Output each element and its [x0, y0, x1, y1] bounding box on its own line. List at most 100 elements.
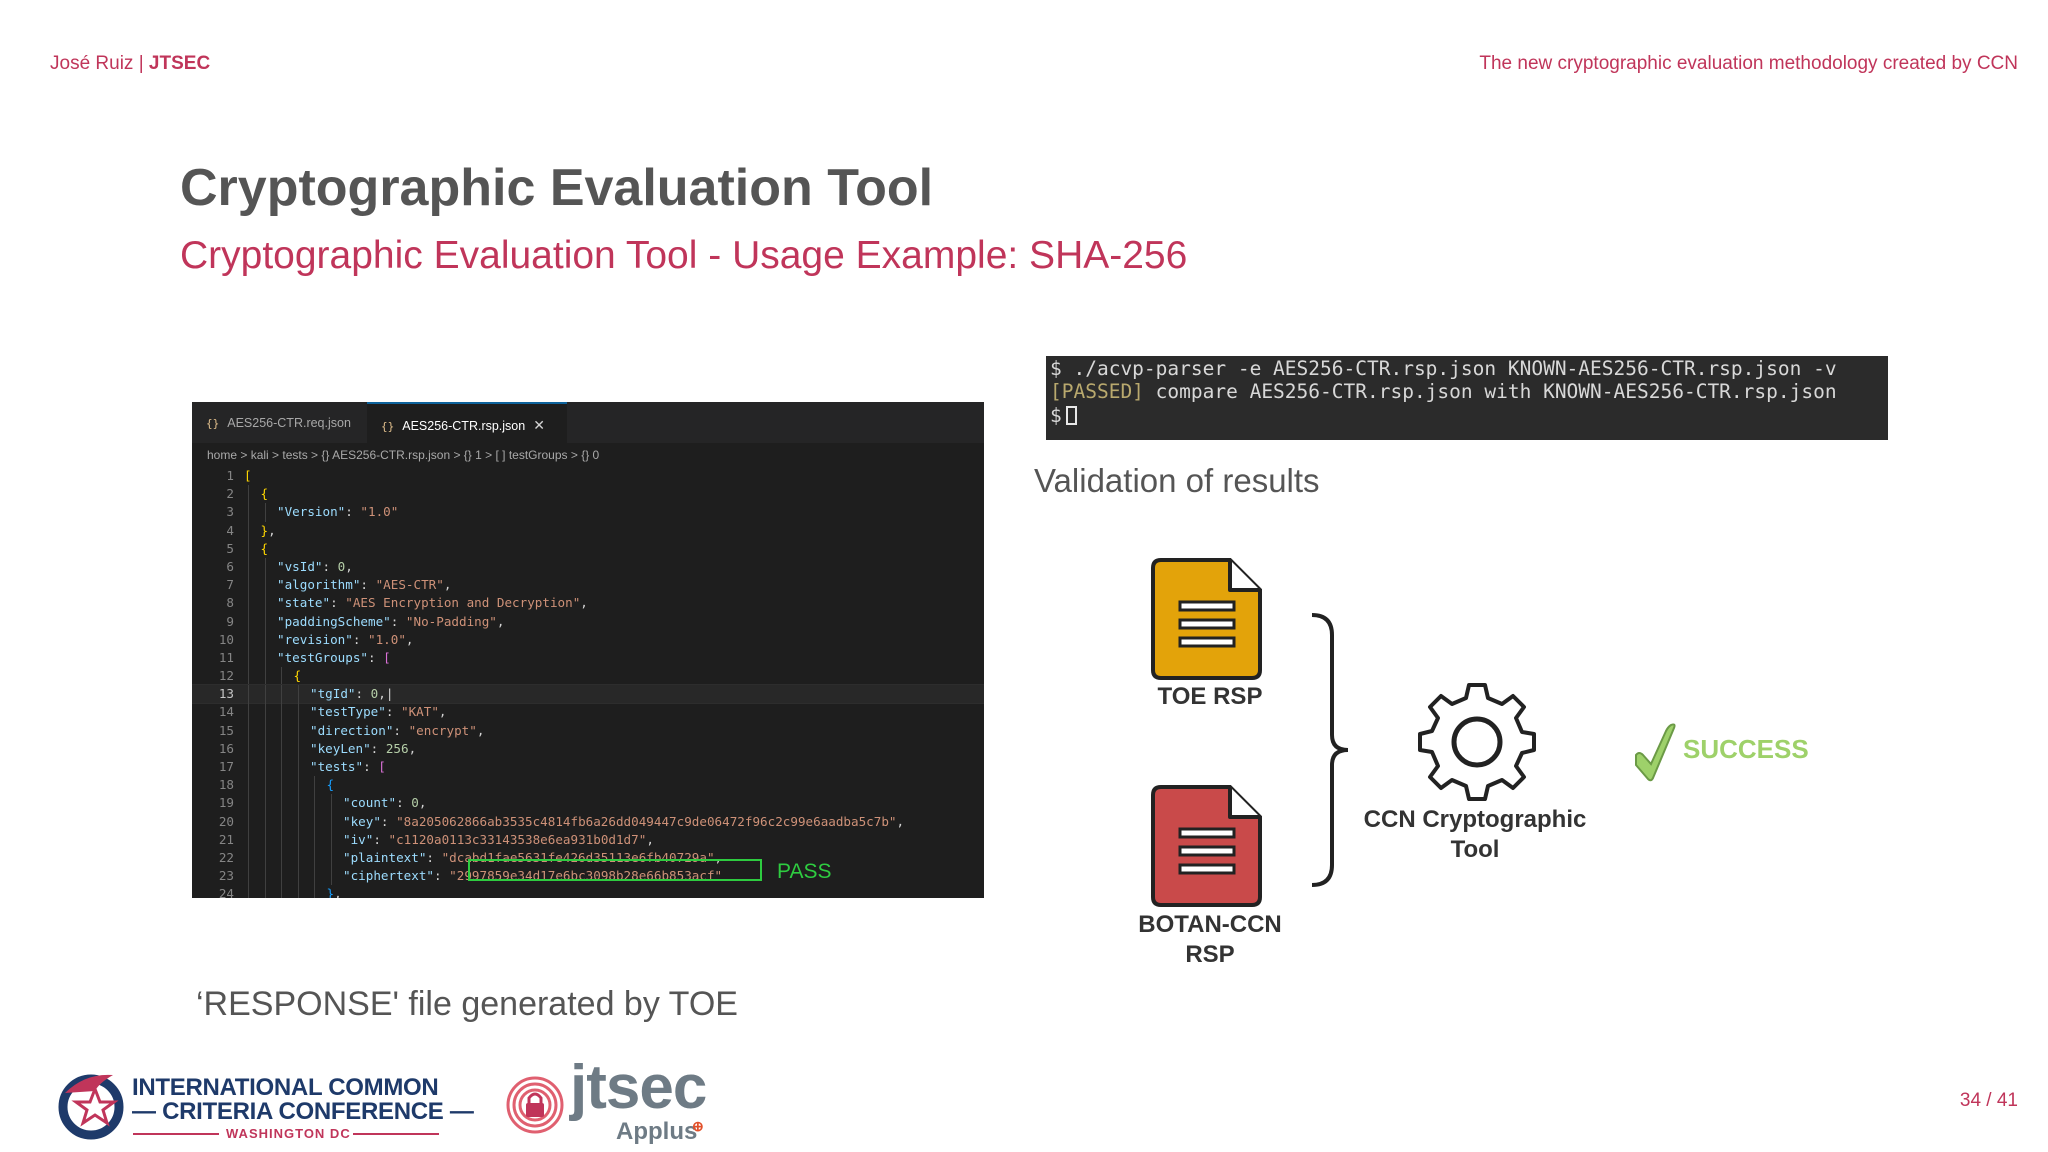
- toe-document-icon: [1151, 558, 1262, 680]
- indent-guide: [314, 812, 315, 831]
- line-number: 7: [226, 577, 234, 593]
- code-line[interactable]: 8 "state": "AES Encryption and Decryption…: [192, 594, 984, 613]
- line-number: 22: [218, 849, 234, 865]
- tab-response-file[interactable]: {} AES256-CTR.rsp.json ✕: [367, 402, 567, 443]
- jtsec-logo-text: jtsec: [570, 1053, 707, 1122]
- code-line[interactable]: 17 "tests": [: [192, 758, 984, 777]
- indent-guide: [281, 739, 282, 758]
- indent-guide: [264, 794, 266, 813]
- indent-guide: [297, 685, 299, 704]
- tool-label-line2: Tool: [1450, 836, 1500, 863]
- code-text: [: [244, 468, 252, 483]
- indent-guide: [314, 867, 315, 886]
- code-line[interactable]: 21 "iv": "c1120a0113c33143538e6ea931b0d1d…: [192, 830, 984, 849]
- code-line[interactable]: 20 "key": "8a205062866ab3535c4814fb6a26dd…: [192, 812, 984, 831]
- indent-guide: [297, 885, 299, 898]
- code-text: "testGroups": [: [277, 649, 391, 665]
- iccc-location: WASHINGTON DC: [226, 1126, 351, 1141]
- indent-guide: [281, 794, 282, 813]
- code-line[interactable]: 5{: [192, 539, 984, 558]
- code-line[interactable]: 14 "testType": "KAT",: [192, 703, 984, 722]
- code-line[interactable]: 10 "revision": "1.0",: [192, 630, 984, 649]
- indent-guide: [264, 830, 266, 849]
- indent-guide: [248, 594, 249, 613]
- indent-guide: [330, 794, 332, 813]
- indent-guide: [248, 848, 249, 868]
- code-line[interactable]: 19 "count": 0,: [192, 794, 984, 813]
- indent-guide: [264, 630, 266, 649]
- terminal-output-text: compare AES256-CTR.rsp.json with KNOWN-A…: [1143, 380, 1837, 403]
- code-text: "Version": "1.0": [277, 504, 399, 520]
- indent-guide: [248, 758, 249, 777]
- terminal-command: $ ./acvp-parser -e AES256-CTR.rsp.json K…: [1050, 357, 1837, 380]
- indent-guide: [264, 557, 266, 577]
- indent-guide: [248, 776, 249, 795]
- indent-guide: [248, 667, 249, 686]
- indent-guide: [281, 812, 282, 831]
- code-line[interactable]: 4},: [192, 521, 984, 540]
- line-number: 17: [218, 759, 234, 774]
- code-text: "keyLen": 256,: [310, 740, 417, 756]
- line-number: 9: [226, 613, 234, 629]
- code-line[interactable]: 9 "paddingScheme": "No-Padding",: [192, 612, 984, 631]
- line-number: 5: [226, 540, 234, 556]
- json-icon: {}: [206, 417, 220, 430]
- indent-guide: [314, 830, 315, 849]
- line-number: 21: [218, 831, 234, 847]
- indent-guide: [297, 776, 299, 795]
- close-icon[interactable]: ✕: [533, 417, 545, 433]
- line-number: 3: [226, 504, 234, 520]
- line-number: 8: [226, 595, 234, 611]
- indent-guide: [248, 557, 249, 577]
- indent-guide: [281, 758, 282, 777]
- code-line[interactable]: 18 {: [192, 776, 984, 795]
- indent-guide: [264, 576, 266, 595]
- code-text: {: [326, 777, 335, 793]
- indent-guide: [264, 848, 266, 868]
- line-number: 14: [218, 704, 234, 720]
- indent-guide: [314, 794, 315, 813]
- line-number: 12: [218, 668, 234, 684]
- cursor: [1065, 406, 1077, 425]
- indent-guide: [281, 703, 282, 722]
- indent-guide: [264, 594, 266, 613]
- line-number: 15: [218, 722, 234, 738]
- indent-guide: [248, 648, 249, 668]
- code-line[interactable]: 24},: [192, 885, 984, 898]
- tab-request-file[interactable]: {} AES256-CTR.req.json: [192, 402, 367, 443]
- indent-guide: [248, 739, 249, 758]
- line-number: 2: [226, 486, 234, 502]
- code-line[interactable]: 12 {: [192, 667, 984, 686]
- code-line[interactable]: 15 "direction": "encrypt",: [192, 721, 984, 740]
- indent-guide: [297, 739, 299, 758]
- code-text: },: [326, 886, 342, 898]
- code-text: "paddingScheme": "No-Padding",: [277, 613, 505, 629]
- code-text: "tgId": 0,|: [310, 686, 394, 702]
- indent-guide: [248, 703, 249, 722]
- line-number: 11: [218, 649, 234, 665]
- code-line[interactable]: 6 "vsId": 0,: [192, 557, 984, 577]
- indent-guide: [248, 830, 249, 849]
- code-line[interactable]: 11 "testGroups": [: [192, 648, 984, 668]
- indent-guide: [281, 885, 282, 898]
- code-line[interactable]: 13 "tgId": 0,|: [192, 684, 984, 705]
- botan-label-line1: BOTAN-CCN: [1138, 911, 1282, 938]
- code-line[interactable]: 1[: [192, 467, 984, 485]
- breadcrumb[interactable]: home > kali > tests > {} AES256-CTR.rsp.…: [192, 443, 984, 467]
- code-line[interactable]: 16 "keyLen": 256,: [192, 739, 984, 758]
- indent-guide: [248, 521, 249, 540]
- indent-guide: [297, 794, 299, 813]
- indent-guide: [264, 503, 266, 522]
- code-area[interactable]: 1[2{3 "Version": "1.0" 4}, 5{6 "vsId": 0, 7 "a…: [192, 467, 984, 898]
- code-line[interactable]: 2{: [192, 485, 984, 504]
- indent-guide: [330, 830, 332, 849]
- line-number: 1: [226, 468, 234, 483]
- author-header: José Ruiz | JTSEC: [50, 53, 210, 75]
- code-line[interactable]: 3 "Version": "1.0": [192, 503, 984, 522]
- terminal[interactable]: $ ./acvp-parser -e AES256-CTR.rsp.json K…: [1046, 356, 1888, 440]
- line-number: 4: [226, 522, 234, 538]
- response-caption: ‘RESPONSE' file generated by TOE: [196, 985, 738, 1023]
- indent-guide: [264, 739, 266, 758]
- indent-guide: [248, 630, 249, 649]
- code-line[interactable]: 7 "algorithm": "AES-CTR",: [192, 576, 984, 595]
